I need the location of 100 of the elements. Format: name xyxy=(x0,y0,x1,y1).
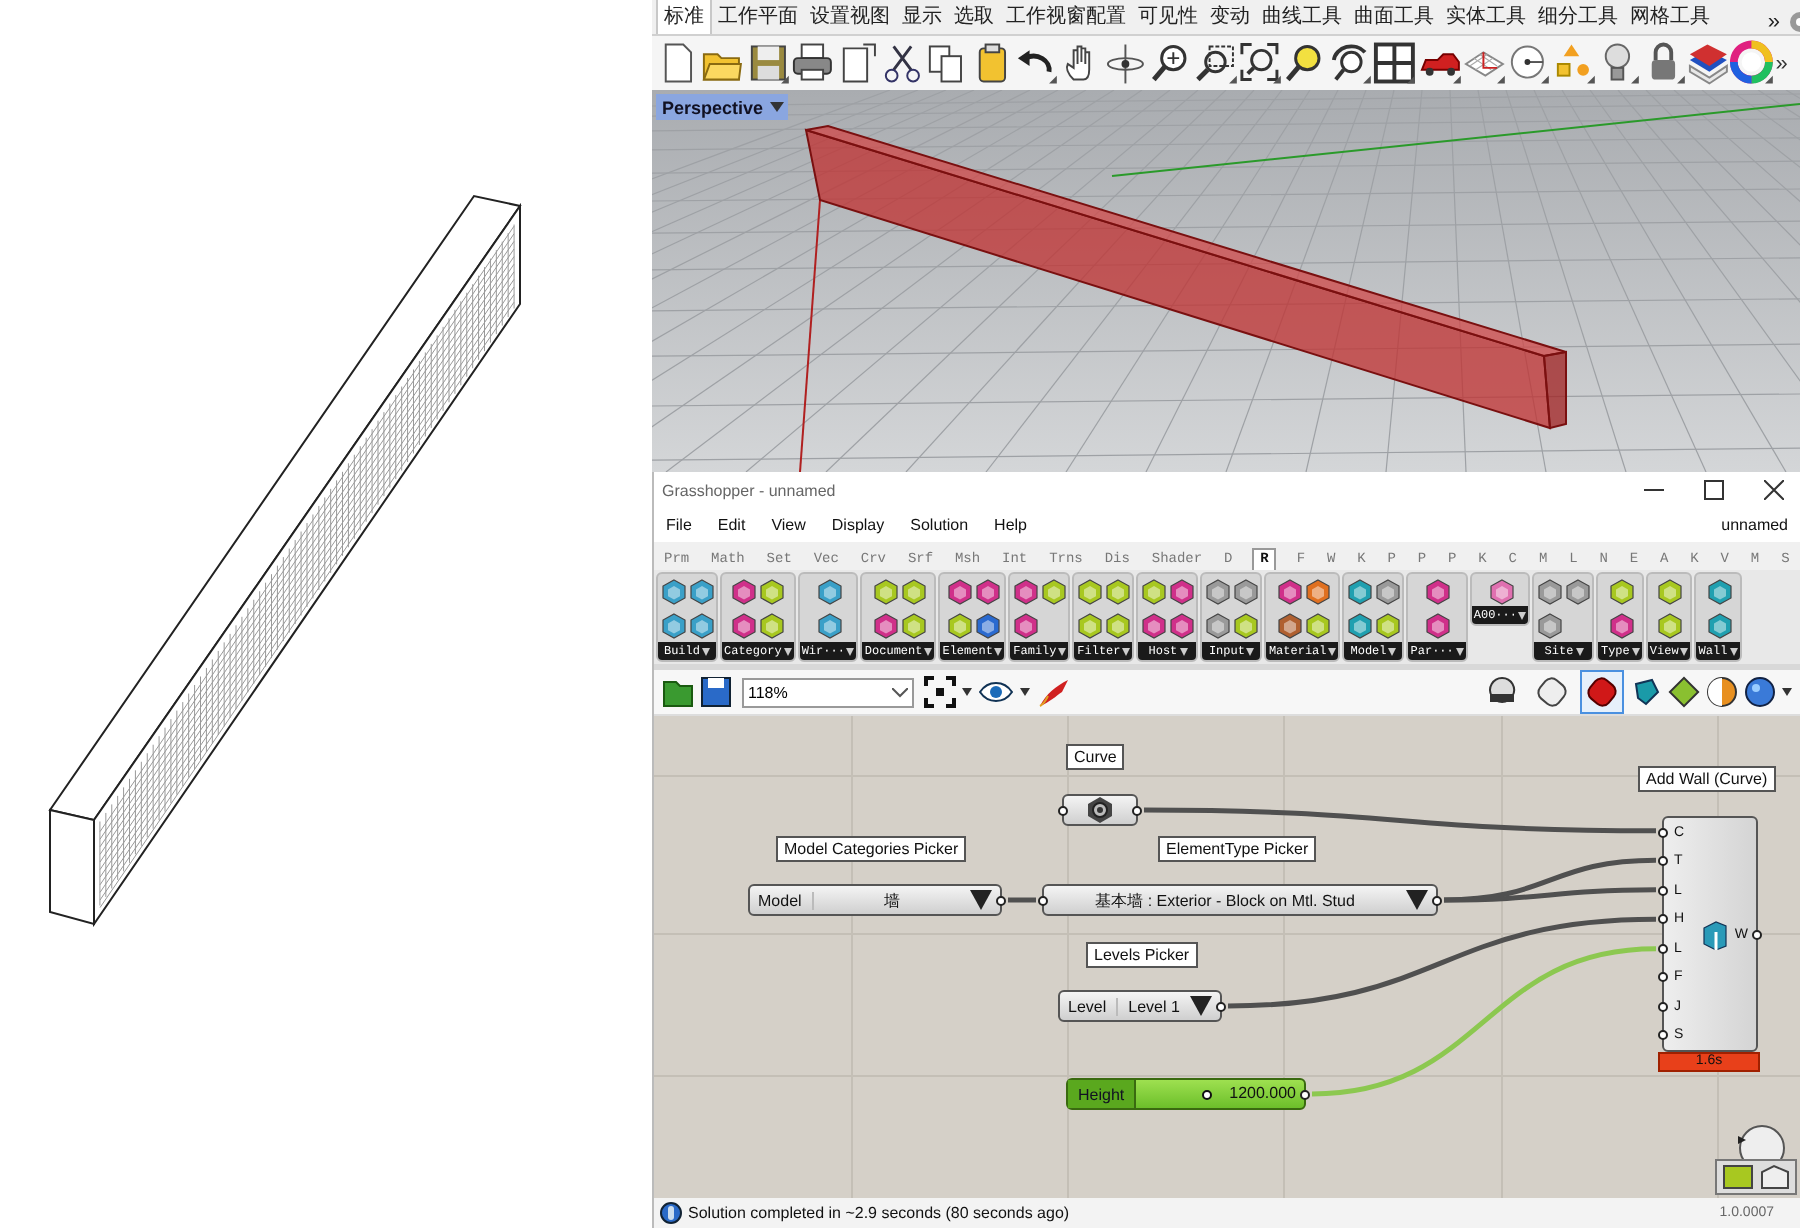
component-icon[interactable] xyxy=(1536,612,1563,640)
zoom-extents-icon[interactable] xyxy=(924,676,956,708)
component-icon[interactable] xyxy=(1424,612,1451,640)
port-icon[interactable] xyxy=(1658,856,1668,867)
expand-icon[interactable] xyxy=(1388,647,1397,655)
dropdown-icon[interactable] xyxy=(1406,890,1428,910)
component-icon[interactable] xyxy=(1076,612,1103,640)
component-icon[interactable] xyxy=(730,612,757,640)
orbit-icon[interactable] xyxy=(1103,40,1149,86)
chevron-icon[interactable] xyxy=(892,687,908,697)
component-icon[interactable] xyxy=(1204,612,1231,640)
toolbar-tab[interactable]: 曲面工具 xyxy=(1348,0,1440,34)
zoom-window-icon[interactable] xyxy=(1193,40,1239,86)
dropdown-icon[interactable] xyxy=(970,890,992,910)
port-icon[interactable] xyxy=(1658,1030,1668,1041)
component-icon[interactable] xyxy=(899,612,926,640)
toolbar-tab[interactable]: 工作平面 xyxy=(712,0,804,34)
slider-track[interactable]: 1200.000 xyxy=(1136,1080,1304,1108)
port-icon[interactable] xyxy=(1658,827,1668,838)
component-icon[interactable] xyxy=(1656,578,1683,606)
component-icon[interactable] xyxy=(1204,578,1231,606)
caret-icon[interactable] xyxy=(1782,688,1792,696)
component-icon[interactable] xyxy=(945,612,972,640)
menu-item[interactable]: Solution xyxy=(910,516,969,534)
number-slider[interactable]: Height 1200.000 xyxy=(1066,1078,1306,1110)
component-icon[interactable] xyxy=(1564,578,1591,606)
toolbar-tab[interactable]: 可见性 xyxy=(1132,0,1204,34)
component-icon[interactable] xyxy=(1536,578,1563,606)
expand-icon[interactable] xyxy=(994,647,1003,655)
port-icon[interactable] xyxy=(1300,1089,1310,1099)
port-icon[interactable] xyxy=(1038,895,1048,905)
expand-icon[interactable] xyxy=(1328,647,1337,655)
expand-icon[interactable] xyxy=(702,647,710,655)
expand-icon[interactable] xyxy=(1680,647,1689,655)
expand-icon[interactable] xyxy=(783,647,792,655)
toolbar-tab[interactable]: 曲线工具 xyxy=(1256,0,1348,34)
close-icon[interactable] xyxy=(1764,480,1784,500)
component-icon[interactable] xyxy=(1705,612,1731,640)
component-icon[interactable] xyxy=(1275,612,1302,640)
dropdown-icon[interactable] xyxy=(1190,996,1212,1016)
open-file-icon[interactable] xyxy=(662,676,694,708)
expand-icon[interactable] xyxy=(1729,647,1738,655)
component-icon[interactable] xyxy=(758,612,785,640)
component-icon[interactable] xyxy=(1104,612,1131,640)
component-icon[interactable] xyxy=(899,578,926,606)
component-icon[interactable] xyxy=(1168,578,1195,606)
overflow-button[interactable]: » xyxy=(1775,51,1788,75)
toolbar-tab[interactable]: 变动 xyxy=(1204,0,1256,34)
expand-icon[interactable] xyxy=(924,647,933,655)
component-icon[interactable] xyxy=(815,612,842,640)
toolbar-tab[interactable]: 网格工具 xyxy=(1624,0,1716,34)
component-icon[interactable] xyxy=(815,578,842,606)
component-icon[interactable] xyxy=(1275,578,1302,606)
port-icon[interactable] xyxy=(1752,929,1762,939)
menu-item[interactable]: Edit xyxy=(717,516,746,534)
expand-icon[interactable] xyxy=(1246,647,1255,655)
toolbar-tab[interactable]: 细分工具 xyxy=(1532,0,1624,34)
expand-icon[interactable] xyxy=(1575,647,1584,655)
rotate-view-icon[interactable] xyxy=(1327,40,1373,86)
component-icon[interactable] xyxy=(871,578,898,606)
toolbar-tab[interactable]: 选取 xyxy=(948,0,1000,34)
component-icon[interactable] xyxy=(1303,578,1330,606)
component-icon[interactable] xyxy=(1656,612,1683,640)
component-icon[interactable] xyxy=(1140,578,1167,606)
component-icon[interactable] xyxy=(1346,578,1373,606)
component-icon[interactable] xyxy=(1012,612,1039,640)
component-icon[interactable] xyxy=(758,578,785,606)
component-icon[interactable] xyxy=(660,578,686,606)
preview-mode-icon[interactable] xyxy=(1580,670,1624,714)
toolbar-tab[interactable]: 设置视图 xyxy=(804,0,896,34)
toolbar-tab[interactable]: 标准 xyxy=(656,0,712,34)
slider-knob[interactable] xyxy=(1202,1090,1213,1100)
save-icon[interactable] xyxy=(745,40,791,86)
maximize-icon[interactable] xyxy=(1704,480,1724,500)
expand-icon[interactable] xyxy=(1122,647,1131,655)
component-icon[interactable] xyxy=(1232,612,1259,640)
component-icon[interactable] xyxy=(1487,578,1514,606)
level-picker[interactable]: Level Level 1 xyxy=(1058,990,1222,1022)
port-icon[interactable] xyxy=(1658,972,1668,983)
component-icon[interactable] xyxy=(1168,612,1195,640)
grid-icon[interactable] xyxy=(1372,40,1418,86)
port-icon[interactable] xyxy=(1658,943,1668,954)
color-wheel-icon[interactable] xyxy=(1730,40,1776,86)
component-icon[interactable] xyxy=(973,578,1000,606)
component-icon[interactable] xyxy=(660,612,686,640)
expand-icon[interactable] xyxy=(846,647,855,655)
component-icon[interactable] xyxy=(1424,578,1451,606)
caret-icon[interactable] xyxy=(1020,688,1030,696)
component-icon[interactable] xyxy=(1705,578,1731,606)
globe-icon[interactable] xyxy=(1744,676,1776,708)
pen-icon[interactable] xyxy=(1036,676,1072,708)
shapes-icon[interactable] xyxy=(1551,40,1597,86)
menu-item[interactable]: View xyxy=(771,516,806,534)
expand-icon[interactable] xyxy=(1631,647,1640,655)
viewport-tab[interactable]: Perspective xyxy=(656,94,788,120)
port-icon[interactable] xyxy=(1658,885,1668,896)
caret-icon[interactable] xyxy=(962,688,972,696)
component-icon[interactable] xyxy=(1374,578,1401,606)
menu-item[interactable]: Display xyxy=(831,516,885,534)
printer-icon[interactable] xyxy=(790,40,836,86)
